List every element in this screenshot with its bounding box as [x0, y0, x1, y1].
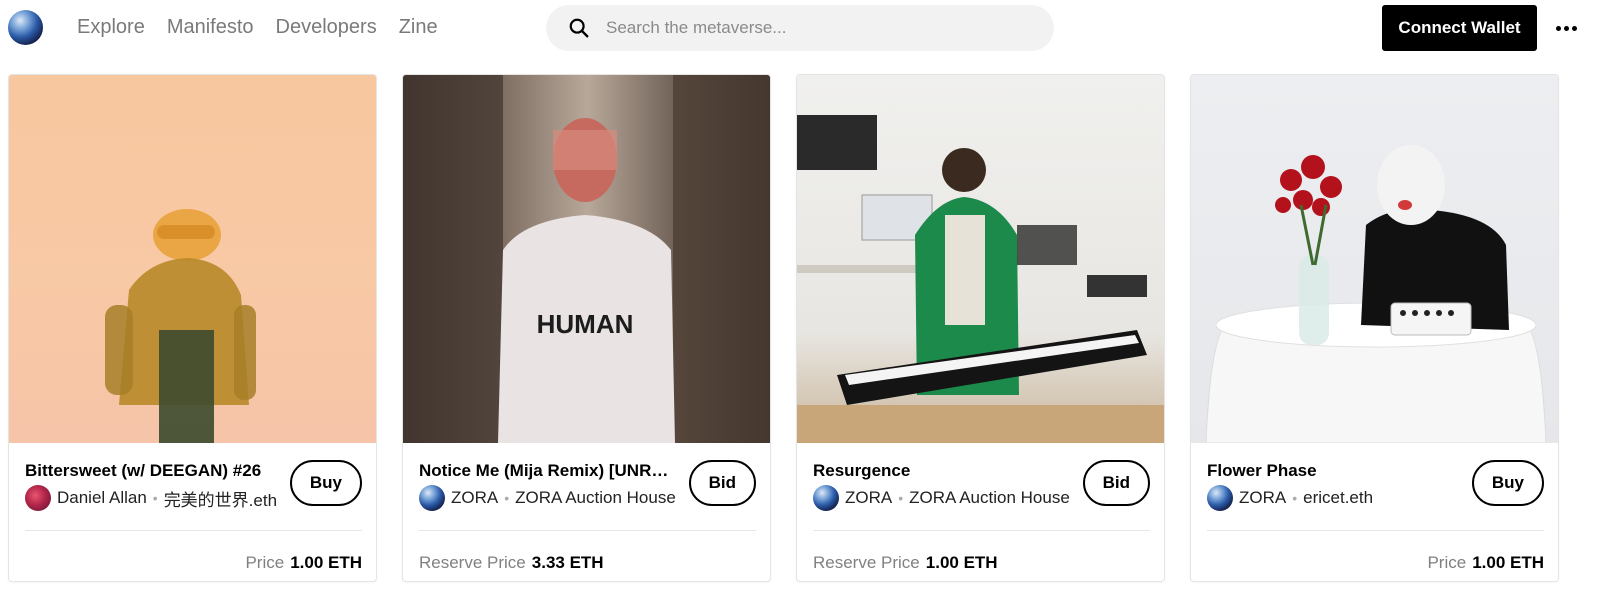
nft-artwork[interactable] — [9, 75, 376, 443]
top-nav-bar: Explore Manifesto Developers Zine Connec… — [0, 0, 1600, 56]
owner-name[interactable]: ZORA Auction House — [909, 488, 1070, 508]
artwork-figure-yellow-jacket — [105, 209, 256, 443]
price-row: Reserve Price 3.33 ETH — [419, 553, 604, 573]
nft-artwork[interactable] — [1191, 75, 1558, 443]
price-label: Price — [1427, 553, 1467, 572]
creator-avatar[interactable] — [1207, 485, 1233, 511]
search-icon — [569, 18, 589, 38]
nft-title[interactable]: Bittersweet (w/ DEEGAN) #26 — [25, 461, 285, 481]
nav-zine[interactable]: Zine — [399, 16, 438, 39]
separator-dot: • — [1292, 490, 1298, 506]
nft-title[interactable]: Notice Me (Mija Remix) [UNRELEASED] — [419, 461, 679, 481]
creator-row: ZORA • ericet.eth — [1207, 484, 1373, 512]
separator-dot: • — [898, 490, 904, 506]
creator-name[interactable]: ZORA — [1239, 488, 1286, 508]
price-value: 1.00 ETH — [290, 553, 362, 572]
price-label: Reserve Price — [419, 553, 526, 572]
separator-dot: • — [152, 490, 158, 506]
nft-card[interactable]: Resurgence ZORA • ZORA Auction House Bid… — [796, 74, 1165, 582]
card-info: Resurgence ZORA • ZORA Auction House Bid… — [797, 443, 1164, 581]
nft-title[interactable]: Resurgence — [813, 461, 1073, 481]
more-menu-icon[interactable] — [1550, 14, 1582, 42]
price-row: Reserve Price 1.00 ETH — [813, 553, 998, 573]
creator-row: ZORA • ZORA Auction House — [419, 484, 676, 512]
creator-avatar[interactable] — [419, 485, 445, 511]
nav-developers[interactable]: Developers — [276, 16, 377, 39]
owner-name[interactable]: 完美的世界.eth — [164, 486, 277, 511]
artwork-man-at-keyboard — [797, 115, 1164, 443]
nft-grid: Bittersweet (w/ DEEGAN) #26 Daniel Allan… — [8, 74, 1600, 589]
search-bar — [546, 5, 1054, 51]
buy-button[interactable]: Buy — [1471, 460, 1544, 506]
divider — [25, 530, 362, 531]
nft-card[interactable]: HUMAN Notice Me (Mija Remix) [UNRELEASED… — [402, 74, 771, 582]
nft-artwork[interactable]: HUMAN — [403, 75, 770, 443]
price-value: 1.00 ETH — [925, 553, 998, 572]
creator-row: Daniel Allan • 完美的世界.eth — [25, 484, 277, 512]
nav-manifesto[interactable]: Manifesto — [167, 16, 254, 39]
price-value: 1.00 ETH — [1472, 553, 1544, 572]
nft-title[interactable]: Flower Phase — [1207, 461, 1467, 481]
divider — [813, 530, 1150, 531]
nav-explore[interactable]: Explore — [77, 16, 145, 39]
nft-card[interactable]: Flower Phase ZORA • ericet.eth Buy Price… — [1190, 74, 1559, 582]
creator-name[interactable]: ZORA — [845, 488, 892, 508]
card-info: Flower Phase ZORA • ericet.eth Buy Price… — [1191, 443, 1558, 581]
creator-name[interactable]: ZORA — [451, 488, 498, 508]
divider — [419, 530, 756, 531]
card-info: Notice Me (Mija Remix) [UNRELEASED] ZORA… — [403, 443, 770, 581]
connect-wallet-button[interactable]: Connect Wallet — [1382, 5, 1537, 51]
zora-logo[interactable] — [8, 10, 43, 45]
divider — [1207, 530, 1544, 531]
creator-avatar[interactable] — [813, 485, 839, 511]
buy-button[interactable]: Buy — [289, 460, 362, 506]
price-row: Price 1.00 ETH — [245, 553, 362, 573]
price-row: Price 1.00 ETH — [1427, 553, 1544, 573]
creator-name[interactable]: Daniel Allan — [57, 488, 147, 508]
main-nav: Explore Manifesto Developers Zine — [77, 16, 460, 39]
nft-card[interactable]: Bittersweet (w/ DEEGAN) #26 Daniel Allan… — [8, 74, 377, 582]
price-value: 3.33 ETH — [531, 553, 604, 572]
bid-button[interactable]: Bid — [688, 460, 756, 506]
creator-avatar[interactable] — [25, 485, 51, 511]
owner-name[interactable]: ericet.eth — [1303, 488, 1373, 508]
bid-button[interactable]: Bid — [1082, 460, 1150, 506]
card-info: Bittersweet (w/ DEEGAN) #26 Daniel Allan… — [9, 443, 376, 581]
owner-name[interactable]: ZORA Auction House — [515, 488, 676, 508]
price-label: Price — [245, 553, 285, 572]
search-input[interactable] — [606, 5, 1026, 51]
separator-dot: • — [504, 490, 510, 506]
price-label: Reserve Price — [813, 553, 920, 572]
creator-row: ZORA • ZORA Auction House — [813, 484, 1070, 512]
sweater-text: HUMAN — [537, 309, 634, 339]
artwork-person-human-sweater: HUMAN — [403, 75, 770, 443]
nft-artwork[interactable] — [797, 75, 1164, 443]
artwork-flowers-masked-figure — [1205, 145, 1547, 443]
